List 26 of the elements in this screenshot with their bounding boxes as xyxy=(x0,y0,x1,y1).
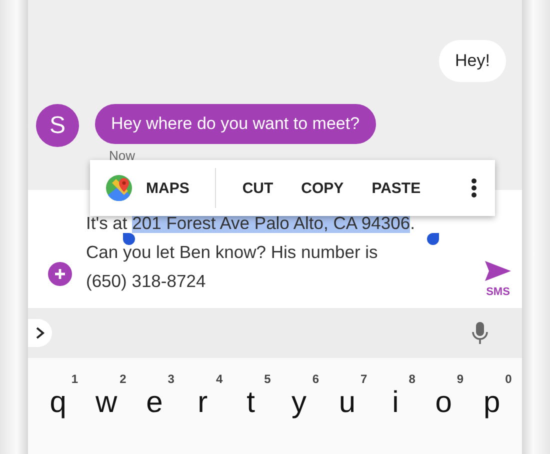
keyboard-key[interactable]: y 6 xyxy=(279,372,320,428)
keyboard-key[interactable]: w 2 xyxy=(86,372,126,428)
keyboard-key[interactable]: o 9 xyxy=(424,372,464,428)
add-attachment-button[interactable] xyxy=(48,262,72,286)
message-time: Now xyxy=(108,148,136,163)
contact-avatar: S xyxy=(36,104,79,147)
menu-action[interactable]: COPY xyxy=(299,176,346,200)
menu-action[interactable]: CUT xyxy=(240,176,276,200)
expand-chevron-icon[interactable] xyxy=(28,319,52,347)
keyboard-key[interactable]: e 3 xyxy=(134,372,174,428)
maps-button[interactable]: MAPS xyxy=(104,171,192,205)
selection-handle[interactable] xyxy=(123,233,135,245)
keyboard-key[interactable]: u 7 xyxy=(327,372,368,428)
keyboard-key[interactable]: t 5 xyxy=(230,372,271,428)
send-button[interactable]: SMS xyxy=(484,260,512,298)
map-pin-icon xyxy=(106,175,132,201)
keyboard-key[interactable]: q 1 xyxy=(38,372,78,428)
selection-handle[interactable] xyxy=(427,233,439,245)
keyboard-key[interactable]: i 8 xyxy=(375,372,416,428)
plus-icon xyxy=(54,268,66,280)
microphone-icon[interactable] xyxy=(472,321,488,345)
menu-action[interactable]: PASTE xyxy=(370,176,423,200)
keyboard-key[interactable]: p 0 xyxy=(472,372,512,428)
received-message: Hey where do you want to meet? xyxy=(95,104,376,144)
sent-message: Hey! xyxy=(439,40,506,82)
keyboard-key[interactable]: r 4 xyxy=(182,372,223,428)
